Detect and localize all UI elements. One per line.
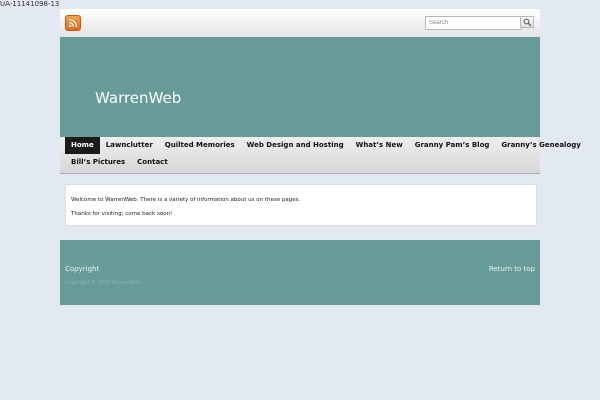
rss-icon[interactable] (65, 15, 81, 31)
thanks-text: Thanks for visiting; come back soon! (71, 211, 173, 217)
top-bar (60, 9, 540, 37)
nav-row-2: Bill’s Pictures Contact (65, 154, 174, 171)
nav-item-contact[interactable]: Contact (131, 154, 174, 171)
nav-item-home[interactable]: Home (65, 137, 100, 154)
site-title[interactable]: WarrenWeb (95, 89, 181, 107)
welcome-text: Welcome to WarrenWeb. There is a variety… (71, 197, 301, 203)
nav-item-grannys-genealogy[interactable]: Granny’s Genealogy (495, 137, 586, 154)
search-button[interactable] (520, 16, 534, 28)
nav-item-granny-pams-blog[interactable]: Granny Pam’s Blog (409, 137, 496, 154)
copyright-label: Copyright (65, 265, 100, 273)
copyright-text: Copyright © 2010 WarrenWeb (65, 280, 141, 286)
main-content: Welcome to WarrenWeb. There is a variety… (65, 184, 537, 226)
magnifier-icon (523, 18, 532, 27)
return-to-top-link[interactable]: Return to top (489, 265, 535, 273)
main-nav: Home Lawnclutter Quilted Memories Web De… (60, 137, 581, 174)
site-footer: Copyright Copyright © 2010 WarrenWeb Ret… (60, 240, 540, 305)
nav-item-whats-new[interactable]: What’s New (350, 137, 409, 154)
nav-row-1: Home Lawnclutter Quilted Memories Web De… (65, 137, 587, 154)
tracking-id-text: UA-11141098-13 (0, 0, 60, 8)
nav-item-web-design[interactable]: Web Design and Hosting (241, 137, 350, 154)
search-input[interactable] (425, 16, 522, 30)
site-header: WarrenWeb (60, 37, 540, 137)
nav-item-quilted-memories[interactable]: Quilted Memories (159, 137, 241, 154)
nav-item-bills-pictures[interactable]: Bill’s Pictures (65, 154, 131, 171)
page-wrapper: WarrenWeb Home Lawnclutter Quilted Memor… (60, 9, 581, 305)
nav-item-lawnclutter[interactable]: Lawnclutter (100, 137, 159, 154)
